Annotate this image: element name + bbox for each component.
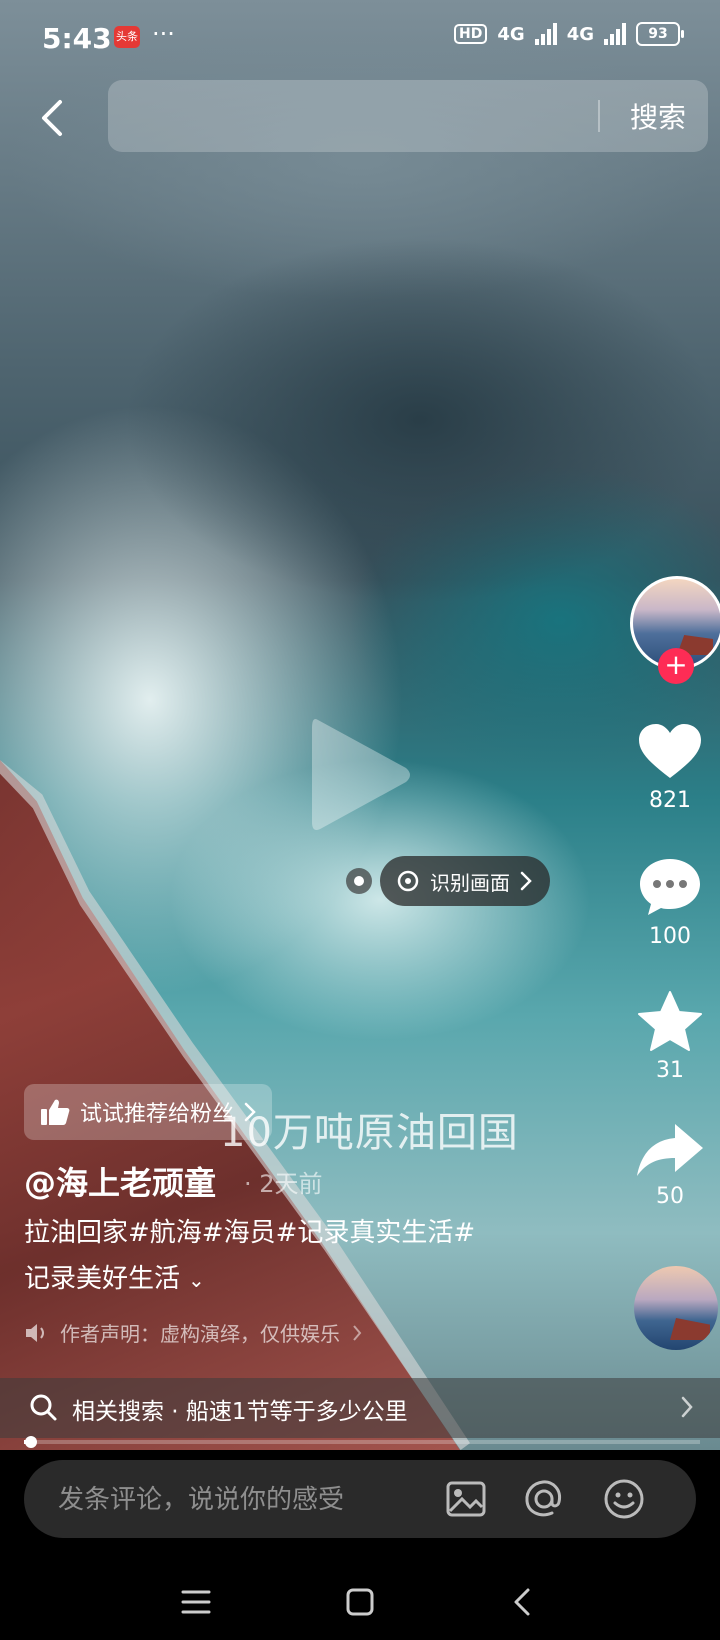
system-nav-bar xyxy=(0,1560,720,1640)
disc-ship-image xyxy=(670,1318,710,1340)
post-time: · 2天前 xyxy=(244,1170,323,1198)
network-type-2: 4G xyxy=(566,23,594,45)
signal-icon xyxy=(604,23,626,45)
chevron-right-icon xyxy=(681,1396,693,1418)
follow-button[interactable]: + xyxy=(658,648,694,684)
back-arrow-icon xyxy=(514,1588,530,1616)
status-indicators: HD 4G 4G 93 xyxy=(454,22,684,46)
lens-icon xyxy=(397,870,419,892)
description-line-2-text: 记录美好生活 xyxy=(24,1264,181,1294)
heart-icon xyxy=(639,724,701,778)
emoji-icon[interactable] xyxy=(602,1477,646,1521)
related-search-label: 相关搜索 · 船速1节等于多少公里 xyxy=(72,1399,408,1425)
share-button[interactable]: 50 xyxy=(620,1122,720,1209)
battery-icon: 93 xyxy=(636,22,684,46)
progress-knob[interactable] xyxy=(24,1436,37,1448)
comment-button[interactable]: 100 xyxy=(620,856,720,949)
search-button[interactable]: 搜索 xyxy=(630,96,686,136)
toutiao-app-icon: 头条 xyxy=(114,26,140,48)
chevron-right-icon xyxy=(520,871,532,891)
related-search-bar[interactable]: 相关搜索 · 船速1节等于多少公里 xyxy=(0,1378,720,1438)
description-line-2: 记录美好生活 ⌄ xyxy=(24,1256,544,1303)
share-count: 50 xyxy=(656,1184,684,1209)
recommend-label: 试试推荐给粉丝 xyxy=(80,1102,235,1127)
home-square-icon xyxy=(346,1588,374,1616)
comment-input[interactable] xyxy=(56,1478,420,1522)
favorite-count: 31 xyxy=(656,1058,684,1083)
home-button[interactable] xyxy=(336,1578,384,1626)
favorite-button[interactable]: 31 xyxy=(620,990,720,1083)
comment-bar xyxy=(24,1460,696,1538)
speaker-icon xyxy=(26,1323,44,1342)
identify-dot-icon xyxy=(346,868,372,894)
like-count: 821 xyxy=(649,788,691,813)
signal-icon xyxy=(534,23,557,45)
video-progress-bar[interactable] xyxy=(24,1436,700,1448)
at-mention-icon[interactable] xyxy=(522,1477,566,1521)
more-notifications-icon: ··· xyxy=(152,20,175,48)
menu-icon xyxy=(181,1590,211,1614)
image-icon[interactable] xyxy=(444,1477,488,1521)
thumbs-up-icon xyxy=(41,1099,70,1125)
status-bar: 5:43 头条 ··· HD 4G 4G 93 xyxy=(0,0,720,78)
play-icon[interactable] xyxy=(306,710,416,840)
identify-scene[interactable]: 识别画面 xyxy=(346,856,550,906)
chevron-right-icon xyxy=(244,1102,256,1122)
description-line-1: 拉油回家#航海#海员#记录真实生活# xyxy=(24,1218,476,1248)
back-button[interactable] xyxy=(30,88,74,148)
search-box[interactable]: 搜索 xyxy=(108,80,708,152)
recommend-to-fans-button[interactable]: 试试推荐给粉丝 xyxy=(24,1084,273,1140)
music-disc-avatar[interactable] xyxy=(634,1266,718,1350)
comment-count: 100 xyxy=(649,924,691,949)
author-disclaimer[interactable]: 作者声明：虚构演绎，仅供娱乐 xyxy=(24,1318,362,1347)
hd-icon: HD xyxy=(454,24,488,44)
search-divider xyxy=(598,100,600,132)
chevron-left-icon xyxy=(42,100,62,136)
network-type-1: 4G xyxy=(497,23,525,45)
menu-button[interactable] xyxy=(172,1578,220,1626)
identify-scene-button[interactable]: 识别画面 xyxy=(380,856,550,906)
identify-scene-label: 识别画面 xyxy=(430,870,510,895)
post-description[interactable]: 拉油回家#航海#海员#记录真实生活# 记录美好生活 ⌄ xyxy=(24,1210,544,1303)
search-header: 搜索 xyxy=(0,78,720,158)
chevron-right-icon xyxy=(353,1324,362,1341)
comment-icon xyxy=(640,859,700,915)
disclaimer-text: 作者声明：虚构演绎，仅供娱乐 xyxy=(60,1322,340,1346)
star-icon xyxy=(638,991,702,1051)
search-icon xyxy=(30,1394,57,1421)
search-input[interactable] xyxy=(132,98,556,136)
status-time: 5:43 xyxy=(42,22,112,55)
expand-chevron-icon[interactable]: ⌄ xyxy=(188,1268,205,1292)
like-button[interactable]: 821 xyxy=(620,722,720,813)
author-name[interactable]: @海上老顽童 xyxy=(24,1158,216,1204)
nav-back-button[interactable] xyxy=(498,1578,546,1626)
share-arrow-icon xyxy=(637,1124,703,1176)
